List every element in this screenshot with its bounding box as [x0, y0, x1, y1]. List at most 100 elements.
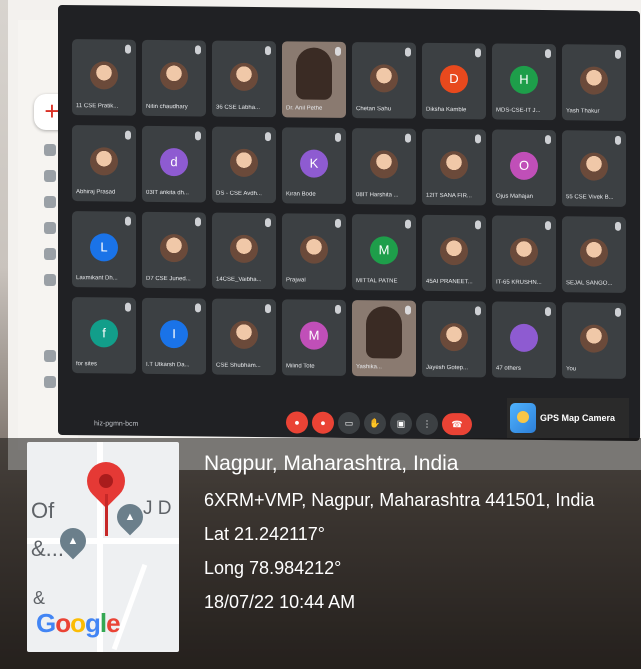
participant-name: Jayesh Gotep...: [426, 364, 469, 372]
participant-avatar: [440, 236, 468, 266]
participant-tile[interactable]: 12IT SANA FIR...: [422, 128, 486, 206]
participant-tile[interactable]: d 03IT ankita dh...: [142, 125, 206, 203]
participant-tile[interactable]: 45AI PRANEET...: [422, 214, 486, 292]
participant-tile[interactable]: I I.T Utkarsh Da...: [142, 297, 206, 375]
mic-muted-icon: [615, 307, 621, 317]
participant-name: Laxmikant Dh...: [76, 275, 118, 282]
more-options-button[interactable]: ⋮: [416, 412, 438, 435]
participant-tile[interactable]: Jayesh Gotep...: [422, 300, 486, 378]
call-controls: ● ● ▭ ✋ ▣ ⋮ ☎: [286, 411, 472, 437]
participant-tile[interactable]: 47 others: [492, 301, 556, 379]
participant-name: Abhiraj Prasad: [76, 189, 116, 196]
mic-muted-icon: [125, 44, 131, 54]
participant-tile[interactable]: L Laxmikant Dh...: [72, 211, 136, 288]
raise-hand-button[interactable]: ✋: [364, 412, 386, 435]
mic-muted-icon: [405, 219, 411, 229]
mic-muted-icon: [125, 302, 131, 312]
label-icon[interactable]: [44, 274, 56, 286]
participant-grid: 11 CSE Pratik... Nitin chaudhary 36 CSE La…: [72, 39, 632, 379]
mic-muted-icon: [545, 49, 551, 59]
mic-muted-icon: [545, 307, 551, 317]
participant-tile[interactable]: Chetan Sahu: [352, 42, 416, 119]
participant-tile[interactable]: 11 CSE Pratik...: [72, 39, 136, 116]
participant-tile[interactable]: 55 CSE Vivek B...: [562, 130, 626, 207]
mic-muted-icon: [615, 221, 621, 231]
participant-tile[interactable]: H MDS-CSE-IT J...: [492, 43, 556, 121]
video-icon[interactable]: [44, 350, 56, 362]
participant-tile[interactable]: 14CSE_Vaibha...: [212, 212, 276, 290]
participant-name: Yash Thakur: [566, 108, 600, 115]
participant-tile[interactable]: Prajwal: [282, 213, 346, 290]
mic-muted-icon: [545, 221, 551, 231]
participant-tile[interactable]: K Kiran Bode: [282, 127, 346, 204]
map-label: Of: [31, 498, 55, 523]
mic-off-button[interactable]: ●: [286, 411, 308, 434]
mic-muted-icon: [125, 130, 131, 140]
participant-tile[interactable]: 36 CSE Labha...: [212, 40, 276, 118]
gps-camera-logo-icon: [510, 403, 536, 433]
mic-muted-icon: [475, 134, 481, 144]
participant-tile[interactable]: O Ojus Mahajan: [492, 129, 556, 207]
participant-avatar: L: [90, 233, 118, 262]
send-icon[interactable]: [44, 222, 56, 234]
participant-tile[interactable]: IT-65 KRUSHN...: [492, 215, 556, 293]
mic-muted-icon: [335, 218, 341, 228]
participant-tile[interactable]: Nitin chaudhary: [142, 39, 206, 117]
participant-avatar: f: [90, 319, 118, 348]
participant-avatar: [510, 323, 538, 352]
photo-of-screen: + 11 CSE Pratik... Nitin chaudhary 36 CSE …: [0, 0, 641, 669]
participant-avatar: [510, 237, 538, 266]
datetime-label: 18/07/22 10:44 AM: [204, 592, 356, 612]
participant-avatar: [440, 322, 468, 352]
participant-name: 11 CSE Pratik...: [76, 103, 119, 110]
mic-muted-icon: [265, 304, 271, 314]
participant-tile[interactable]: M Milind Tote: [282, 299, 346, 376]
address-label: 6XRM+VMP, Nagpur, Maharashtra 441501, In…: [204, 490, 595, 510]
captions-button[interactable]: ▭: [338, 411, 360, 435]
present-button[interactable]: ▣: [390, 412, 412, 435]
location-map: Of J D &... & ▲ ▲ Google: [27, 442, 179, 652]
participant-name: 45AI PRANEET...: [426, 278, 473, 286]
clock-icon[interactable]: [44, 196, 56, 208]
mic-muted-icon: [545, 135, 551, 145]
participant-tile[interactable]: Yash Thakur: [562, 44, 626, 121]
participant-tile[interactable]: You: [562, 302, 626, 379]
participant-name: 12IT SANA FIR...: [426, 192, 472, 200]
participant-avatar: [90, 61, 118, 90]
participant-avatar: [160, 234, 188, 263]
star-icon[interactable]: [44, 170, 56, 182]
inbox-icon[interactable]: [44, 144, 56, 156]
camera-off-button[interactable]: ●: [312, 411, 334, 434]
participant-name: Dr. Anil Pethe: [286, 105, 323, 112]
participant-tile[interactable]: DS - CSE Avdh...: [212, 126, 276, 204]
participant-avatar: [230, 234, 258, 264]
location-pin-stem: [105, 494, 108, 536]
participant-tile[interactable]: 08IT Harshita ...: [352, 128, 416, 205]
mic-muted-icon: [125, 216, 131, 226]
gps-map-camera-badge: GPS Map Camera: [507, 398, 629, 438]
latitude-label: Lat 21.242117°: [204, 524, 325, 544]
participant-name: Kiran Bode: [286, 191, 316, 198]
participant-avatar: [440, 150, 468, 180]
participant-tile[interactable]: Yashika...: [352, 300, 416, 377]
participant-tile[interactable]: f for sites: [72, 297, 136, 374]
participant-avatar: O: [510, 151, 538, 180]
participant-tile[interactable]: D7 CSE Juned...: [142, 211, 206, 289]
mic-muted-icon: [475, 48, 481, 58]
participant-tile[interactable]: Abhiraj Prasad: [72, 125, 136, 202]
keyboard-icon[interactable]: [44, 376, 56, 388]
draft-icon[interactable]: [44, 248, 56, 260]
participant-avatar: [230, 320, 258, 350]
participant-tile[interactable]: M MITTAL PATNE: [352, 214, 416, 291]
participant-avatar: H: [510, 65, 538, 94]
participant-tile[interactable]: CSE Shubham...: [212, 298, 276, 376]
participant-tile[interactable]: SEJAL SANGO...: [562, 216, 626, 293]
participant-name: Milind Tote: [286, 363, 315, 370]
participant-tile[interactable]: D Diksha Kamble: [422, 42, 486, 120]
participant-tile[interactable]: Dr. Anil Pethe: [282, 41, 346, 118]
participant-name: 55 CSE Vivek B...: [566, 194, 614, 201]
participant-avatar: d: [160, 148, 188, 177]
participant-avatar: K: [300, 149, 328, 178]
google-meet-window: 11 CSE Pratik... Nitin chaudhary 36 CSE La…: [58, 4, 640, 442]
end-call-button[interactable]: ☎: [442, 412, 472, 436]
